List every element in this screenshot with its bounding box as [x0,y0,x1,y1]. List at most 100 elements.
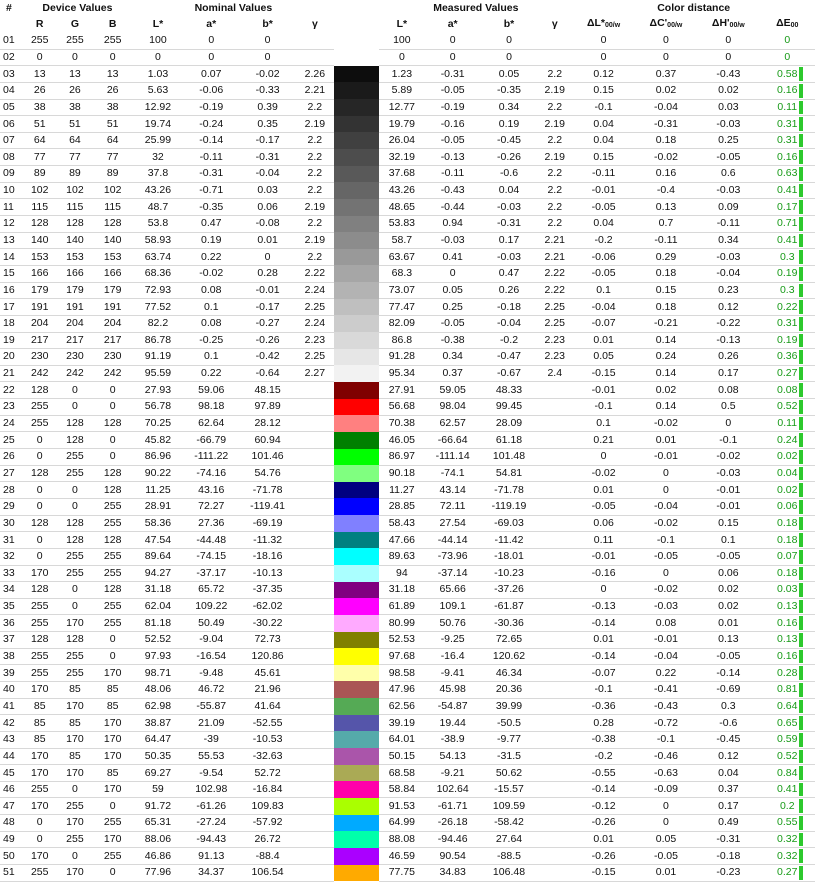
cell-delta-c: 0.01 [634,431,698,450]
cell-r: 0 [22,498,58,516]
delta-e-bar [799,133,803,148]
cell-delta-h: 0.23 [697,282,760,300]
table-row: 45 170 170 85 69.27 -9.54 52.72 68.58 -9.21 50.62… [0,764,815,782]
cell-nominal-l: 63.74 [132,248,184,266]
cell-delta-e: 0.18 [759,515,815,533]
cell-idx: 04 [0,82,23,100]
cell-nominal-l: 98.71 [132,664,184,682]
cell-delta-c: -0.02 [634,515,698,533]
delta-e-bar [799,167,803,181]
cell-r: 170 [22,681,58,699]
cell-nominal-l: 48.06 [132,681,184,699]
cell-nominal-l: 97.93 [132,648,184,666]
cell-delta-l: 0.15 [572,148,635,167]
cell-r: 170 [22,764,58,782]
cell-nominal-l: 5.63 [132,82,184,100]
cell-r: 89 [22,165,58,183]
cell-delta-e: 0.18 [759,565,815,583]
cell-r: 0 [22,481,58,499]
cell-delta-e: 0.3 [759,282,815,300]
cell-nominal-gamma [295,797,334,816]
cell-measured-a: -16.4 [424,648,481,666]
cell-delta-e: 0.22 [759,298,815,316]
cell-nominal-gamma [295,398,334,416]
cell-measured-gamma: 2.2 [537,165,573,183]
cell-measured-a: -73.96 [424,548,481,566]
cell-measured-gamma [537,598,573,616]
cell-measured-a: -94.46 [424,831,481,849]
delta-e-bar [799,416,803,431]
cell-measured-a: -9.25 [424,631,481,649]
cell-g: 255 [57,33,93,50]
delta-e-bar [799,450,803,464]
cell-idx: 34 [0,581,23,599]
cell-b: 64 [92,132,133,150]
cell-swatch [333,398,380,416]
cell-measured-a: -9.21 [424,764,481,782]
cell-nominal-a: -74.15 [183,548,240,566]
cell-swatch [333,99,380,116]
table-row: 39 255 255 170 98.71 -9.48 45.61 98.58 -9.41 46.3… [0,664,815,682]
cell-delta-e: 0.08 [759,381,815,400]
cell-idx: 51 [0,864,23,882]
cell-nominal-l: 38.87 [132,714,184,732]
cell-measured-l: 64.01 [379,731,425,749]
cell-swatch [333,714,380,732]
cell-measured-a: 0 [424,265,481,283]
cell-idx: 08 [0,148,23,167]
delta-e-bar [799,466,803,481]
cell-g: 170 [57,814,93,832]
cell-nominal-l: 31.18 [132,581,184,599]
cell-g: 0 [57,498,93,516]
cell-nominal-a: -0.14 [183,132,240,150]
cell-nominal-b: 45.61 [239,664,296,682]
delta-e-bar [799,183,803,198]
cell-measured-gamma [537,548,573,566]
cell-r: 255 [22,614,58,633]
cell-delta-h: -0.14 [697,664,760,682]
cell-delta-l: -0.04 [572,298,635,316]
delta-e-bar [799,666,803,680]
cell-nominal-a: 0.08 [183,315,240,333]
color-measurement-table: # Device Values Nominal Values Measured … [0,0,815,882]
cell-swatch [333,781,380,798]
table-row: 13 140 140 140 58.93 0.19 0.01 2.19 58.7 -0.03 0.1… [0,232,815,250]
cell-r: 85 [22,731,58,749]
cell-idx: 30 [0,515,23,533]
cell-swatch [333,282,380,299]
cell-delta-h: -0.05 [697,148,760,167]
cell-nominal-l: 70.25 [132,415,184,433]
cell-delta-c: 0.14 [634,398,698,416]
cell-r: 38 [22,99,58,117]
cell-g: 170 [57,764,93,782]
cell-delta-h: 0.49 [697,814,760,832]
cell-delta-c: 0.08 [634,614,698,633]
cell-delta-h: 0.25 [697,132,760,150]
delta-e-bar [799,316,803,331]
cell-r: 128 [22,631,58,649]
cell-delta-h: 0.17 [697,797,760,816]
cell-nominal-gamma [295,49,334,67]
cell-nominal-b: 0.03 [239,182,296,200]
col-r: R [35,18,44,30]
cell-nominal-gamma [295,764,334,782]
cell-nominal-a: -111.22 [183,448,240,466]
cell-nominal-b: 0.06 [239,198,296,217]
cell-b: 255 [92,548,133,566]
cell-nominal-l: 89.64 [132,548,184,566]
cell-idx: 31 [0,531,23,549]
cell-measured-b: -0.03 [480,248,538,266]
cell-delta-c: 0.13 [634,198,698,217]
cell-idx: 17 [0,298,23,316]
cell-measured-b: -0.2 [480,332,538,350]
cell-delta-l: 0.11 [572,531,635,549]
cell-measured-a: 102.64 [424,781,481,799]
cell-r: 255 [22,664,58,682]
cell-r: 255 [22,781,58,799]
cell-nominal-l: 58.36 [132,515,184,533]
cell-b: 128 [92,415,133,433]
cell-measured-a: 98.04 [424,398,481,416]
cell-delta-h: 0.13 [697,631,760,649]
cell-swatch [333,332,380,349]
cell-delta-l: -0.06 [572,248,635,266]
